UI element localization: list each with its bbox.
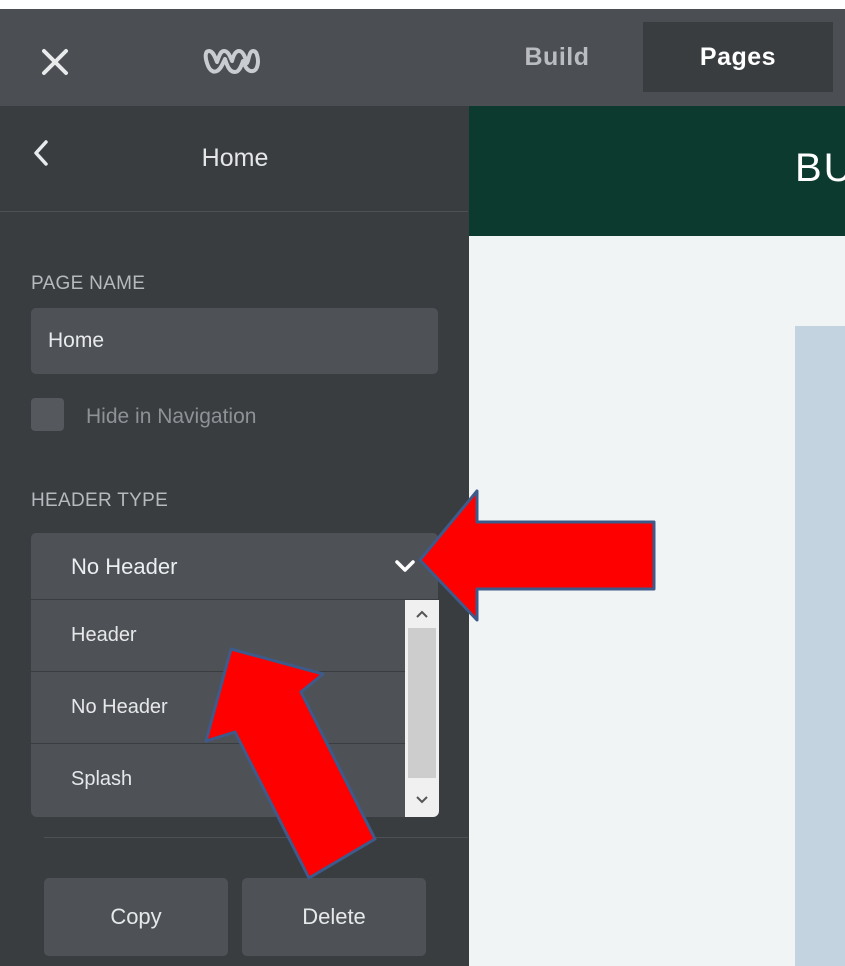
- preview-content-block: [795, 326, 845, 966]
- page-title: Home: [201, 144, 269, 172]
- top-bar: Build Pages: [0, 9, 845, 106]
- header-type-label: HEADER TYPE: [31, 490, 169, 511]
- chevron-down-icon: [395, 560, 415, 572]
- page-name-input[interactable]: [31, 308, 438, 374]
- preview-site-title: BU: [795, 146, 845, 190]
- close-icon: [42, 49, 68, 75]
- delete-button[interactable]: Delete: [242, 878, 426, 956]
- weebly-logo-icon: [203, 43, 261, 79]
- tab-pages[interactable]: Pages: [643, 22, 833, 92]
- scroll-down-button[interactable]: [405, 785, 439, 815]
- option-label: No Header: [71, 696, 168, 718]
- back-button[interactable]: [28, 136, 56, 170]
- header-type-selected-value: No Header: [71, 554, 178, 579]
- chevron-down-icon: [416, 796, 428, 804]
- divider: [0, 211, 468, 212]
- header-type-dropdown-list: Header No Header Splash: [31, 600, 439, 817]
- option-label: Header: [71, 624, 137, 646]
- page-settings-sidebar: Home PAGE NAME Hide in Navigation HEADER…: [0, 106, 468, 966]
- option-no-header[interactable]: No Header: [31, 672, 405, 742]
- scroll-up-button[interactable]: [405, 600, 439, 628]
- chevron-left-icon: [34, 140, 48, 166]
- hide-in-navigation-checkbox[interactable]: [31, 398, 64, 431]
- header-type-select[interactable]: No Header: [31, 533, 438, 599]
- scrollbar-thumb[interactable]: [408, 628, 436, 778]
- close-button[interactable]: [38, 45, 72, 79]
- editor-window: Build Pages Home PAGE NAME Hide in Navig…: [0, 9, 845, 966]
- preview-header: BU: [469, 106, 845, 236]
- site-preview: BU: [469, 106, 845, 966]
- option-label: Splash: [71, 768, 133, 790]
- page-name-label: PAGE NAME: [31, 273, 146, 294]
- hide-in-navigation-label: Hide in Navigation: [86, 405, 257, 428]
- chevron-up-icon: [416, 610, 428, 618]
- tab-build[interactable]: Build: [498, 22, 616, 92]
- option-splash[interactable]: Splash: [31, 744, 405, 814]
- dropdown-scrollbar[interactable]: [405, 600, 439, 817]
- copy-button[interactable]: Copy: [44, 878, 228, 956]
- divider: [44, 837, 468, 838]
- option-header[interactable]: Header: [31, 600, 405, 670]
